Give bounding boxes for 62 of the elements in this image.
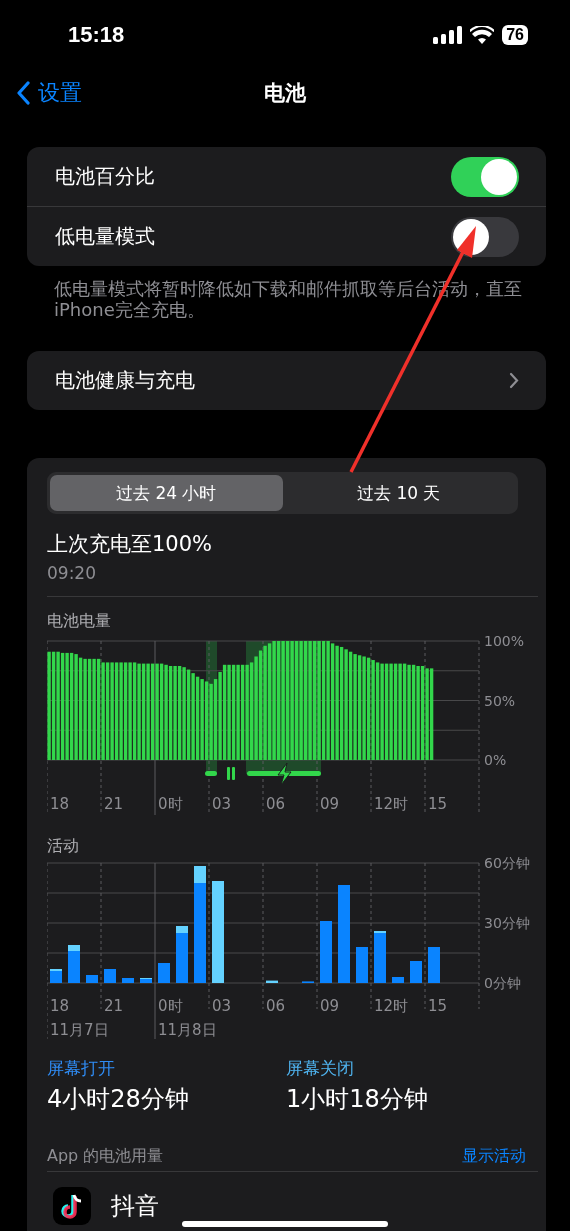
- axis-label: 0时: [158, 795, 183, 813]
- axis-label: 12时: [374, 997, 409, 1015]
- activity-bar: [356, 947, 368, 983]
- app-icon[interactable]: [53, 1187, 91, 1225]
- legend-label: 屏幕关闭: [286, 1057, 355, 1079]
- range-tab[interactable]: 过去 10 天: [282, 475, 515, 511]
- axis-label: 0时: [158, 997, 183, 1015]
- activity-bar: [410, 961, 422, 983]
- last-charge-title: 上次充电至100%: [47, 531, 214, 558]
- activity-bar: [392, 977, 404, 983]
- axis-label: 09: [320, 795, 340, 813]
- axis-label: 18: [50, 997, 70, 1015]
- axis-label: 18: [50, 795, 70, 813]
- status-time: 15:18: [68, 22, 125, 48]
- activity-bar: [86, 975, 98, 983]
- screen-time-value: 4小时28分钟: [47, 1084, 190, 1115]
- axis-label: 09: [320, 997, 340, 1015]
- axis-label: 100%: [484, 633, 525, 649]
- battery-level: 76: [502, 25, 528, 45]
- axis-label: 0分钟: [484, 975, 521, 991]
- activity-bar: [428, 947, 440, 983]
- activity-bar: [266, 980, 278, 983]
- section-header: App 的电池用量: [47, 1145, 164, 1167]
- axis-label: 03: [212, 795, 232, 813]
- chevron-left-icon: [16, 81, 30, 105]
- activity-bar: [122, 978, 134, 983]
- axis-label: 15: [428, 997, 448, 1015]
- legend-label: 屏幕打开: [47, 1057, 116, 1079]
- axis-label: 21: [104, 997, 124, 1015]
- axis-label: 15: [428, 795, 448, 813]
- axis-label: 12时: [374, 795, 409, 813]
- toggle-switch[interactable]: [451, 156, 519, 197]
- activity-bar: [320, 921, 332, 983]
- axis-label: 0%: [484, 752, 507, 768]
- chevron-right-icon: [509, 372, 519, 389]
- activity-bar: [104, 969, 116, 983]
- show-activity-link[interactable]: 显示活动: [462, 1145, 526, 1167]
- activity-bar: [158, 963, 170, 983]
- page-title: 电池: [264, 80, 306, 107]
- setting-label: 低电量模式: [55, 223, 155, 250]
- range-tab[interactable]: 过去 24 小时: [50, 475, 283, 511]
- date-label: 11月7日: [50, 1021, 109, 1039]
- health-row[interactable]: 电池健康与充电: [27, 351, 546, 410]
- axis-label: 06: [266, 795, 286, 813]
- axis-label: 06: [266, 997, 286, 1015]
- chart-title: 活动: [47, 835, 80, 857]
- row-label: 电池健康与充电: [55, 367, 195, 394]
- axis-label: 03: [212, 997, 232, 1015]
- axis-label: 60分钟: [484, 857, 530, 871]
- app-name[interactable]: 抖音: [111, 1190, 159, 1222]
- wifi-icon: [470, 26, 495, 44]
- toggle-switch[interactable]: [451, 216, 519, 257]
- back-link[interactable]: 设置: [16, 78, 82, 108]
- axis-label: 21: [104, 795, 124, 813]
- axis-label: 30分钟: [484, 915, 530, 931]
- last-charge-time: 09:20: [47, 562, 97, 584]
- date-label: 11月8日: [158, 1021, 217, 1039]
- signal-icon: [433, 26, 463, 44]
- chart-title: 电池电量: [47, 610, 112, 632]
- axis-label: 50%: [484, 692, 516, 709]
- setting-label: 电池百分比: [55, 163, 155, 190]
- screen-time-value: 1小时18分钟: [286, 1084, 429, 1115]
